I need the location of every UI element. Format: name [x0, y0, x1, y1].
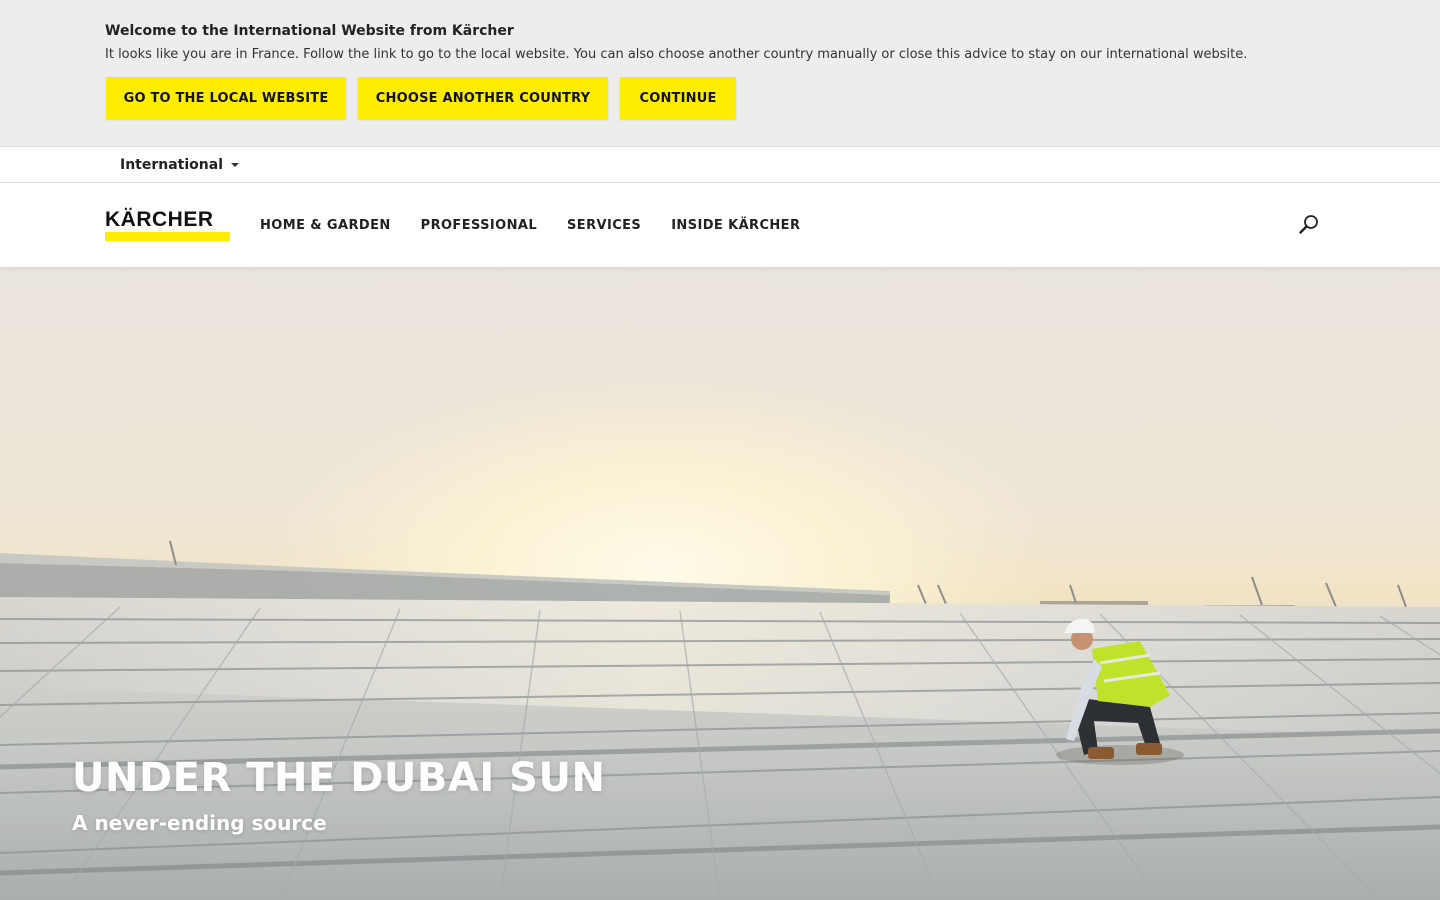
advice-text: It looks like you are in France. Follow … — [105, 47, 1248, 62]
nav-item-services[interactable]: SERVICES — [567, 218, 641, 233]
search-button[interactable] — [1296, 211, 1322, 237]
locale-bar: International — [0, 146, 1440, 183]
go-to-local-website-button[interactable]: GO TO THE LOCAL WEBSITE — [106, 77, 346, 119]
hero-title: UNDER THE DUBAI SUN — [72, 755, 606, 801]
locale-label: International — [120, 156, 224, 173]
nav-item-professional[interactable]: PROFESSIONAL — [421, 218, 537, 233]
search-icon — [1299, 215, 1318, 234]
main-nav: HOME & GARDEN PROFESSIONAL SERVICES INSI… — [260, 183, 800, 267]
choose-another-country-button[interactable]: CHOOSE ANOTHER COUNTRY — [358, 77, 608, 119]
hero-subtitle: A never-ending source — [72, 811, 327, 835]
logo-yellow-bar — [105, 232, 230, 241]
advice-title: Welcome to the International Website fro… — [105, 23, 514, 39]
caret-down-icon — [231, 163, 240, 167]
nav-item-home-garden[interactable]: HOME & GARDEN — [260, 218, 391, 233]
nav-item-inside-karcher[interactable]: INSIDE KÄRCHER — [671, 218, 800, 233]
country-advice-banner: Welcome to the International Website fro… — [0, 0, 1440, 146]
continue-button[interactable]: CONTINUE — [620, 77, 736, 119]
karcher-logo[interactable]: KÄRCHER — [105, 208, 230, 242]
logo-text: KÄRCHER — [105, 208, 214, 231]
hero-banner[interactable]: UNDER THE DUBAI SUN A never-ending sourc… — [0, 267, 1440, 900]
main-header: KÄRCHER HOME & GARDEN PROFESSIONAL SERVI… — [0, 183, 1440, 267]
locale-selector[interactable]: International — [120, 147, 240, 182]
hero-image — [0, 540, 1440, 900]
